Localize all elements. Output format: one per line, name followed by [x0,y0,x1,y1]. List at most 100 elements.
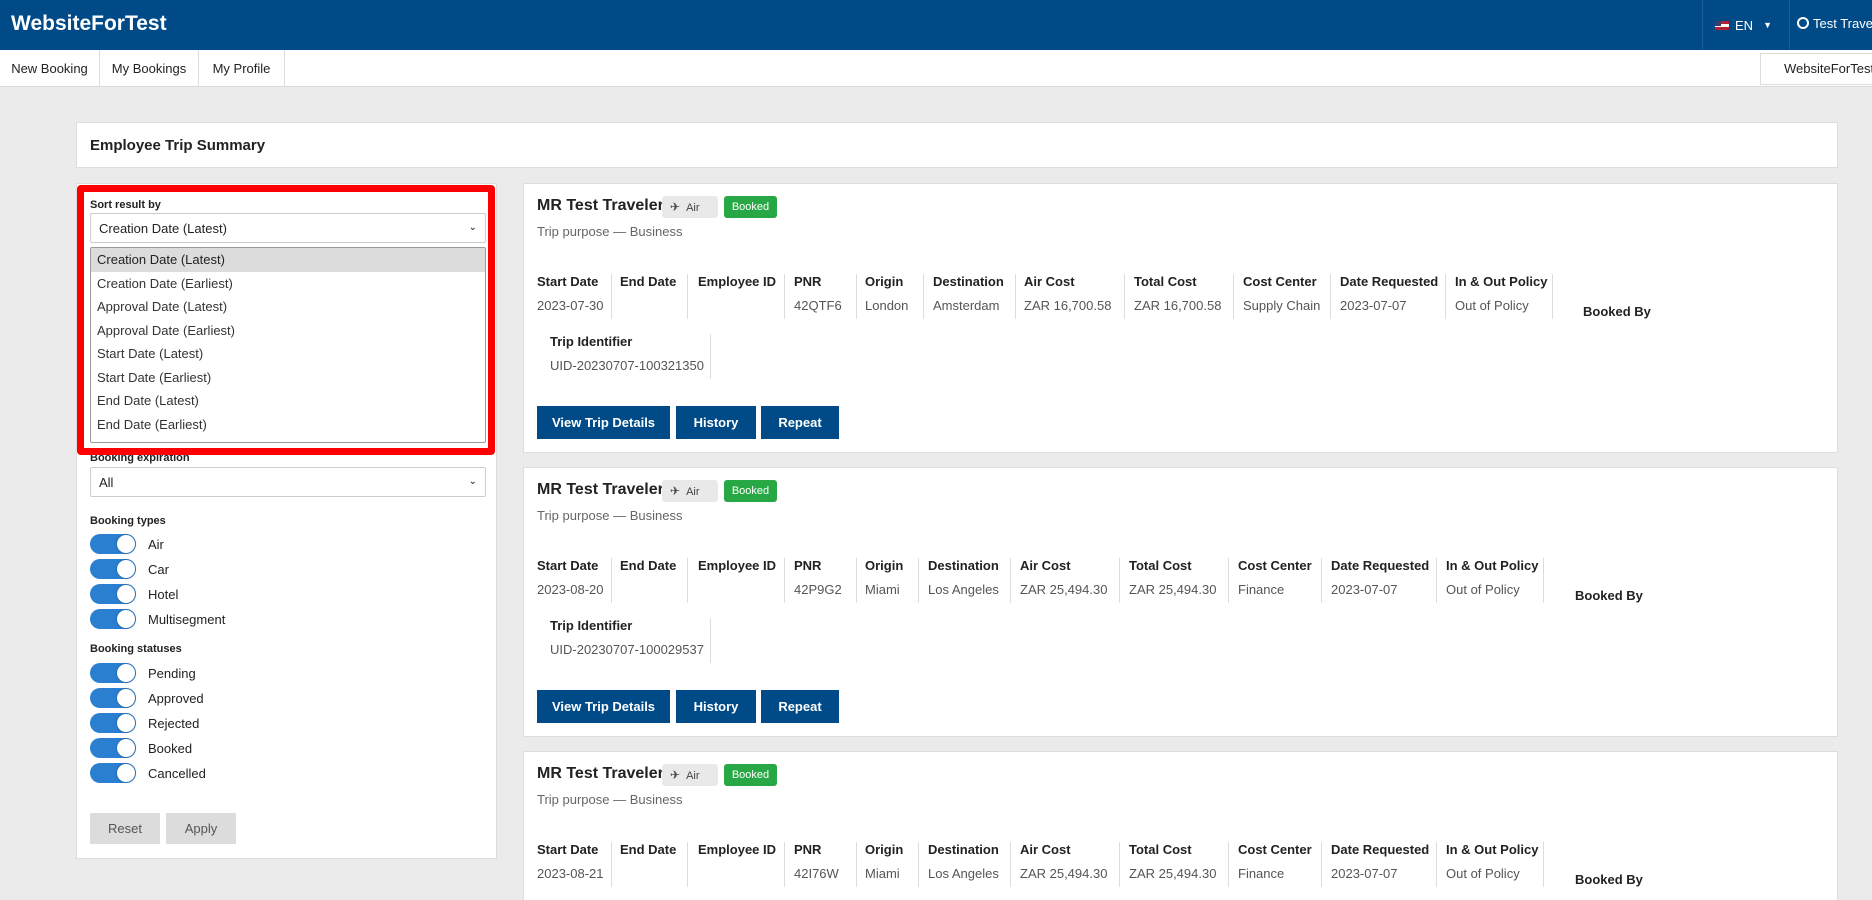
col-total-cost: Total Cost ZAR 25,494.30 [1120,842,1229,887]
toggle-cancelled[interactable] [90,763,136,783]
nav-my-bookings[interactable]: My Bookings [100,50,199,87]
view-trip-details-button[interactable]: View Trip Details [537,690,670,723]
toggle-approved[interactable] [90,688,136,708]
filter-panel: Sort result by Creation Date (Latest) ⌄ … [76,183,497,859]
user-icon [1797,17,1809,29]
trip-card: MR Test Traveler ✈ Air Booked Trip purpos… [523,467,1838,737]
sort-option[interactable]: Creation Date (Earliest) [91,272,485,296]
col-employee-id: Employee ID [688,842,785,887]
toggle-label: Pending [148,665,196,681]
apply-button[interactable]: Apply [166,813,236,844]
booking-statuses-label: Booking statuses [90,643,182,655]
sort-option[interactable]: Approval Date (Earliest) [91,319,485,343]
col-cost-center: Cost Center Finance [1229,842,1322,887]
status-badge: Booked [724,196,777,218]
col-air-cost: Air Cost ZAR 25,494.30 [1011,842,1120,887]
trip-purpose: Trip purpose — Business [537,792,683,807]
us-flag-icon [1715,20,1729,30]
col-cost-center: Cost Center Supply Chain [1234,274,1331,319]
toggle-multisegment[interactable] [90,609,136,629]
repeat-button[interactable]: Repeat [761,690,839,723]
toggle-label: Booked [148,740,193,756]
col-policy: In & Out Policy Out of Policy [1446,274,1553,319]
toggle-row-pending: Pending [90,663,196,683]
col-policy: In & Out Policy Out of Policy [1437,842,1544,887]
nav-my-profile[interactable]: My Profile [199,50,285,87]
top-navbar: WebsiteForTest EN ▼ Test Traveler [0,0,1872,50]
sort-select-value: Creation Date (Latest) [99,221,227,236]
col-date-requested: Date Requested 2023-07-07 [1322,842,1437,887]
col-trip-identifier: Trip Identifier UID-20230707-100321350 [537,334,711,379]
sort-option[interactable]: Start Date (Latest) [91,342,485,366]
chevron-down-icon: ⌄ [468,222,477,233]
company-label: WebsiteForTest [1760,53,1872,85]
reset-button[interactable]: Reset [90,813,160,844]
col-start-date: Start Date 2023-08-20 [530,558,612,603]
col-date-requested: Date Requested 2023-07-07 [1331,274,1446,319]
toggle-pending[interactable] [90,663,136,683]
trip-card: MR Test Traveler ✈ Air Booked Trip purpos… [523,751,1838,900]
sort-option[interactable]: End Date (Latest) [91,389,485,413]
sort-label: Sort result by [90,199,161,211]
view-trip-details-button[interactable]: View Trip Details [537,406,670,439]
sort-option[interactable]: Creation Date (Latest) [91,248,485,272]
user-name: Test Traveler [1813,16,1872,31]
col-employee-id: Employee ID [688,558,785,603]
expiration-select[interactable]: All ⌄ [90,467,486,497]
user-menu[interactable]: Test Traveler [1797,16,1872,31]
col-pnr: PNR 42QTF6 [785,274,857,319]
toggle-label: Car [148,561,169,577]
toggle-hotel[interactable] [90,584,136,604]
history-button[interactable]: History [676,406,756,439]
col-end-date: End Date [612,842,688,887]
caret-down-icon: ▼ [1763,20,1772,30]
col-date-requested: Date Requested 2023-07-07 [1322,558,1437,603]
toggle-rejected[interactable] [90,713,136,733]
toggle-label: Cancelled [148,765,206,781]
toggle-label: Hotel [148,586,179,602]
trip-purpose: Trip purpose — Business [537,508,683,523]
col-start-date: Start Date 2023-08-21 [530,842,612,887]
col-trip-identifier: Trip Identifier UID-20230707-100029537 [537,618,711,663]
col-pnr: PNR 42I76W [785,842,857,887]
sort-select[interactable]: Creation Date (Latest) ⌄ [90,213,486,243]
page-title-panel: Employee Trip Summary [76,122,1838,168]
toggle-car[interactable] [90,559,136,579]
toggle-booked[interactable] [90,738,136,758]
sub-navbar: New Booking My Bookings My Profile Websi… [0,50,1872,87]
toggle-label: Rejected [148,715,200,731]
col-booked-by: Booked By [1575,588,1643,603]
plane-icon: ✈ [670,484,681,498]
status-badge: Booked [724,480,777,502]
col-origin: Origin London [857,274,924,319]
col-air-cost: Air Cost ZAR 25,494.30 [1011,558,1120,603]
repeat-button[interactable]: Repeat [761,406,839,439]
sort-option[interactable]: End Date (Earliest) [91,413,485,437]
toggle-row-hotel: Hotel [90,584,178,604]
sort-option[interactable]: Approval Date (Latest) [91,295,485,319]
col-cost-center: Cost Center Finance [1229,558,1322,603]
toggle-row-rejected: Rejected [90,713,199,733]
col-origin: Origin Miami [857,842,919,887]
expiration-label: Booking expiration [90,452,190,464]
toggle-row-approved: Approved [90,688,204,708]
col-end-date: End Date [612,274,688,319]
type-badge: ✈ Air [662,764,718,786]
col-total-cost: Total Cost ZAR 16,700.58 [1125,274,1234,319]
toggle-row-air: Air [90,534,164,554]
toggle-air[interactable] [90,534,136,554]
col-destination: Destination Los Angeles [919,558,1011,603]
brand-logo[interactable]: WebsiteForTest [11,12,167,36]
toggle-row-multisegment: Multisegment [90,609,225,629]
type-badge: ✈ Air [662,196,718,218]
plane-icon: ✈ [670,768,681,782]
history-button[interactable]: History [676,690,756,723]
col-booked-by: Booked By [1575,872,1643,887]
sort-option[interactable]: Start Date (Earliest) [91,366,485,390]
toggle-label: Approved [148,690,204,706]
status-badge: Booked [724,764,777,786]
col-start-date: Start Date 2023-07-30 [530,274,612,319]
language-selector[interactable]: EN ▼ [1702,0,1790,50]
traveler-name: MR Test Traveler [537,197,664,214]
nav-new-booking[interactable]: New Booking [0,50,100,87]
